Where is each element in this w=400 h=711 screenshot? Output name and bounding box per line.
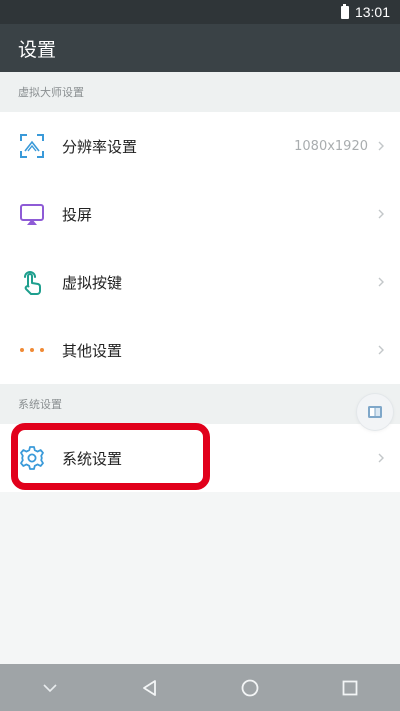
resolution-label: 分辨率设置 xyxy=(62,137,138,156)
screen-cast-icon xyxy=(18,200,46,228)
chevron-down-icon xyxy=(43,683,57,692)
system-settings-label: 系统设置 xyxy=(62,449,123,468)
list-item-other-settings[interactable]: 其他设置 xyxy=(0,316,400,384)
hide-keyboard-button[interactable] xyxy=(28,666,72,710)
chevron-right-icon xyxy=(378,345,384,355)
app-bar: 设置 xyxy=(0,24,400,72)
section-header-virtual-master: 虚拟大师设置 xyxy=(0,72,400,112)
screen-cast-label: 投屏 xyxy=(62,205,93,224)
virtual-keys-label: 虚拟按键 xyxy=(62,273,123,292)
virtual-master-settings-list: 分辨率设置 1080x1920 投屏 虚拟按键 其他设置 xyxy=(0,112,400,384)
system-settings-list: 系统设置 xyxy=(0,424,400,492)
status-time: 13:01 xyxy=(354,4,390,20)
recents-square-icon xyxy=(342,680,358,695)
resolution-value: 1080x1920 xyxy=(294,138,368,154)
chevron-right-icon xyxy=(378,209,384,219)
resolution-icon xyxy=(18,132,46,160)
section-header-system: 系统设置 xyxy=(0,384,400,424)
list-item-system-settings[interactable]: 系统设置 xyxy=(0,424,400,492)
floating-assist-button[interactable] xyxy=(357,394,393,430)
other-settings-label: 其他设置 xyxy=(62,341,123,360)
section-header-label: 系统设置 xyxy=(18,398,62,411)
more-dots-icon xyxy=(18,336,46,364)
back-button[interactable] xyxy=(128,666,172,710)
list-item-screen-cast[interactable]: 投屏 xyxy=(0,180,400,248)
home-circle-icon xyxy=(241,679,259,696)
status-bar: 13:01 xyxy=(0,0,400,24)
chevron-right-icon xyxy=(378,141,384,151)
touch-hand-icon xyxy=(18,268,46,296)
list-item-resolution[interactable]: 分辨率设置 1080x1920 xyxy=(0,112,400,180)
page-title: 设置 xyxy=(18,38,57,61)
gear-icon xyxy=(18,444,46,472)
system-navigation-bar xyxy=(0,664,400,711)
chevron-right-icon xyxy=(378,453,384,463)
list-item-virtual-keys[interactable]: 虚拟按键 xyxy=(0,248,400,316)
home-button[interactable] xyxy=(228,666,272,710)
back-triangle-icon xyxy=(143,679,156,696)
chevron-right-icon xyxy=(378,277,384,287)
battery-icon xyxy=(340,3,349,19)
book-icon xyxy=(368,406,382,418)
section-header-label: 虚拟大师设置 xyxy=(18,86,84,99)
recents-button[interactable] xyxy=(328,666,372,710)
